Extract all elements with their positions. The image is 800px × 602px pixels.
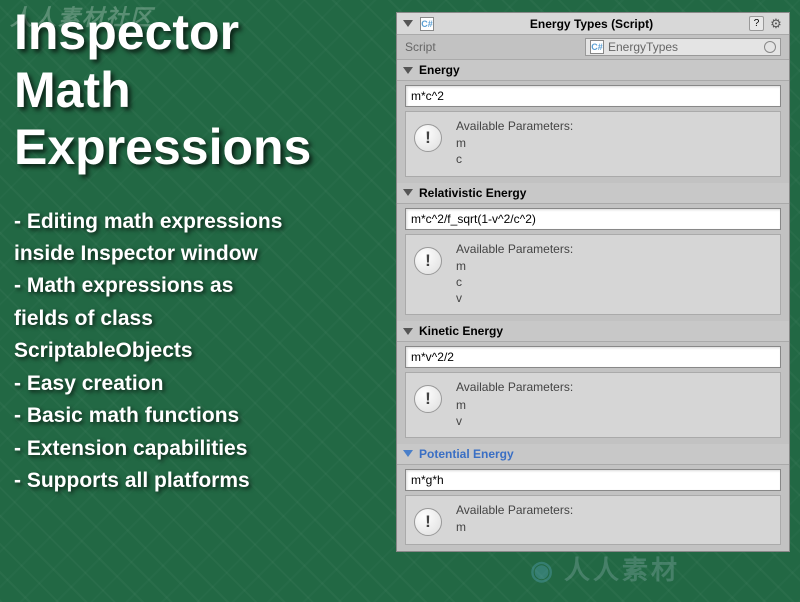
parameters-text: Available Parameters:mc bbox=[456, 118, 772, 168]
feature-item: fields of class bbox=[14, 304, 384, 334]
section-title: Kinetic Energy bbox=[419, 324, 503, 338]
parameter-item: m bbox=[456, 397, 772, 413]
foldout-icon[interactable] bbox=[403, 450, 413, 457]
feature-item: - Extension capabilities bbox=[14, 434, 384, 464]
parameters-title: Available Parameters: bbox=[456, 118, 772, 134]
parameter-item: v bbox=[456, 290, 772, 306]
parameters-box: ! Available Parameters:mcv bbox=[405, 234, 781, 316]
info-icon: ! bbox=[414, 385, 442, 413]
parameter-item: m bbox=[456, 258, 772, 274]
section-header[interactable]: Energy bbox=[397, 60, 789, 81]
parameters-text: Available Parameters:m bbox=[456, 502, 772, 535]
title-line-3: Expressions bbox=[14, 119, 384, 177]
component-header[interactable]: C# Energy Types (Script) ? ⚙ bbox=[397, 13, 789, 35]
info-icon: ! bbox=[414, 124, 442, 152]
feature-list: - Editing math expressions inside Inspec… bbox=[14, 207, 384, 497]
parameters-text: Available Parameters: mv bbox=[456, 379, 772, 429]
section-title: Potential Energy bbox=[419, 447, 514, 461]
feature-item: ScriptableObjects bbox=[14, 336, 384, 366]
expression-input[interactable]: m*g*h bbox=[405, 469, 781, 491]
parameter-item: v bbox=[456, 413, 772, 429]
feature-item: - Supports all platforms bbox=[14, 466, 384, 496]
feature-item: - Basic math functions bbox=[14, 401, 384, 431]
gear-icon[interactable]: ⚙ bbox=[769, 17, 783, 31]
expression-input[interactable]: m*v^2/2 bbox=[405, 346, 781, 368]
foldout-icon[interactable] bbox=[403, 20, 413, 27]
feature-item: inside Inspector window bbox=[14, 239, 384, 269]
parameter-item: c bbox=[456, 151, 772, 167]
script-value: EnergyTypes bbox=[608, 40, 678, 54]
feature-item: - Editing math expressions bbox=[14, 207, 384, 237]
component-title: Energy Types (Script) bbox=[439, 17, 744, 31]
parameters-title: Available Parameters: bbox=[456, 379, 772, 395]
foldout-icon[interactable] bbox=[403, 189, 413, 196]
foldout-icon[interactable] bbox=[403, 328, 413, 335]
help-icon[interactable]: ? bbox=[749, 16, 764, 31]
foldout-icon[interactable] bbox=[403, 67, 413, 74]
parameters-text: Available Parameters:mcv bbox=[456, 241, 772, 307]
object-picker-icon[interactable] bbox=[764, 41, 776, 53]
marketing-panel: Inspector Math Expressions - Editing mat… bbox=[14, 4, 384, 498]
section-header[interactable]: Relativistic Energy bbox=[397, 183, 789, 204]
section-header[interactable]: Kinetic Energy bbox=[397, 321, 789, 342]
script-icon: C# bbox=[590, 40, 604, 54]
script-object-field[interactable]: C# EnergyTypes bbox=[585, 38, 781, 56]
product-title: Inspector Math Expressions bbox=[14, 4, 384, 177]
expression-input[interactable]: m*c^2 bbox=[405, 85, 781, 107]
script-icon: C# bbox=[420, 17, 434, 31]
info-icon: ! bbox=[414, 508, 442, 536]
watermark-bottom-right: 人人素材 bbox=[530, 550, 680, 587]
script-label: Script bbox=[405, 40, 575, 54]
title-line-1: Inspector bbox=[14, 4, 384, 62]
section-title: Energy bbox=[419, 63, 460, 77]
script-row: Script C# EnergyTypes bbox=[397, 35, 789, 60]
parameter-item: m bbox=[456, 135, 772, 151]
inspector-panel: C# Energy Types (Script) ? ⚙ Script C# E… bbox=[396, 12, 790, 552]
title-line-2: Math bbox=[14, 62, 384, 120]
parameters-box: ! Available Parameters:mc bbox=[405, 111, 781, 177]
expression-input[interactable]: m*c^2/f_sqrt(1-v^2/c^2) bbox=[405, 208, 781, 230]
section-header[interactable]: Potential Energy bbox=[397, 444, 789, 465]
parameters-title: Available Parameters: bbox=[456, 241, 772, 257]
feature-item: - Easy creation bbox=[14, 369, 384, 399]
parameter-item: c bbox=[456, 274, 772, 290]
parameters-box: ! Available Parameters: mv bbox=[405, 372, 781, 438]
info-icon: ! bbox=[414, 247, 442, 275]
parameters-box: ! Available Parameters:m bbox=[405, 495, 781, 545]
section-title: Relativistic Energy bbox=[419, 186, 526, 200]
feature-item: - Math expressions as bbox=[14, 271, 384, 301]
parameter-item: m bbox=[456, 519, 772, 535]
parameters-title: Available Parameters: bbox=[456, 502, 772, 518]
